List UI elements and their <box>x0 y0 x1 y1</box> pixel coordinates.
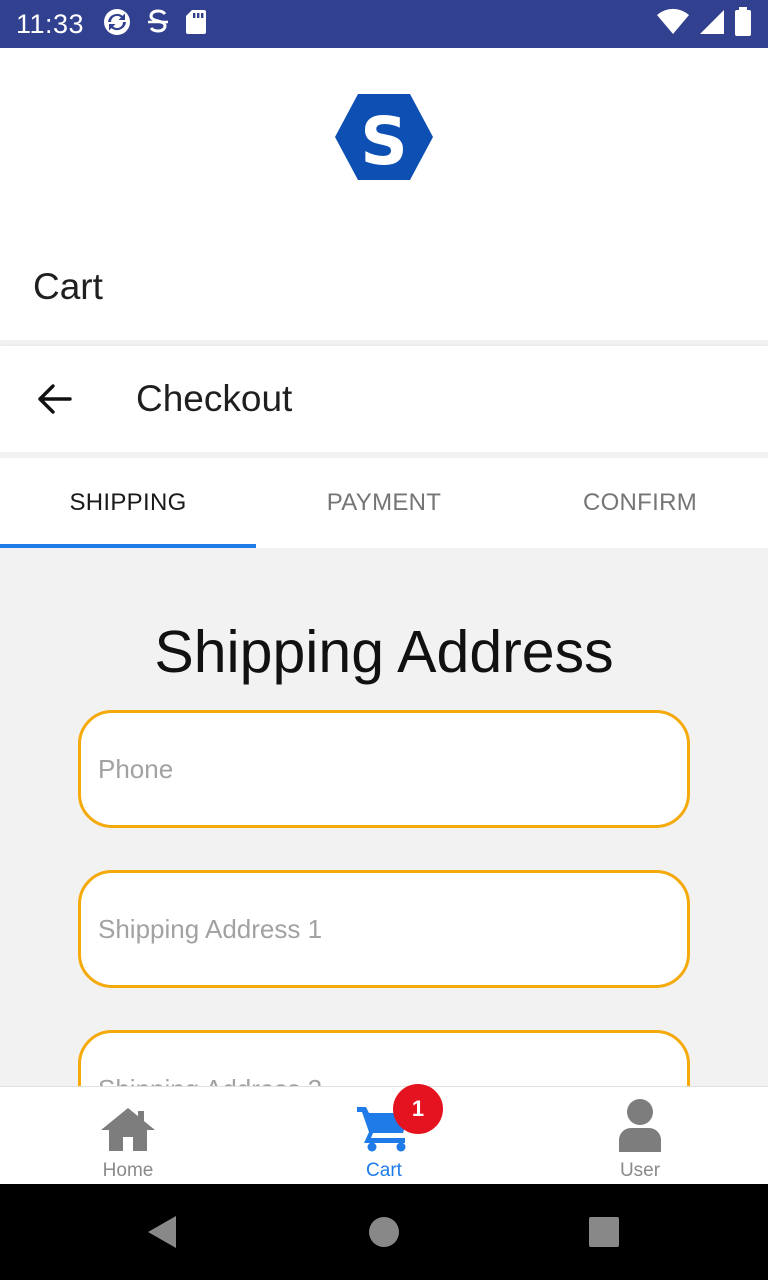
home-icon <box>101 1108 155 1151</box>
tab-confirm[interactable]: CONFIRM <box>512 458 768 548</box>
shipping-form: Shipping Address <box>0 548 768 1086</box>
tab-payment[interactable]: PAYMENT <box>256 458 512 548</box>
shipping-address-1-field[interactable] <box>78 870 690 988</box>
checkout-toolbar: Checkout <box>0 346 768 452</box>
bottom-nav: Home 1 Cart User <box>0 1084 768 1184</box>
phone-input[interactable] <box>98 753 658 785</box>
tab-shipping[interactable]: SHIPPING <box>0 458 256 548</box>
nav-user[interactable]: User <box>512 1087 768 1184</box>
cell-signal-icon <box>698 8 726 41</box>
system-nav-bar <box>0 1184 768 1280</box>
page-title: Cart <box>33 266 103 307</box>
cart-count-badge: 1 <box>393 1084 443 1134</box>
nav-user-label: User <box>619 1160 661 1181</box>
shipping-address-1-input[interactable] <box>98 913 658 945</box>
back-button[interactable] <box>24 369 84 429</box>
wifi-icon <box>656 8 690 41</box>
system-back-button[interactable] <box>144 1214 180 1250</box>
nav-cart-label: Cart <box>366 1160 402 1181</box>
status-bar: 11:33 <box>0 0 768 48</box>
status-right-icons <box>656 6 752 42</box>
shipping-address-2-input[interactable] <box>98 1073 658 1086</box>
logo-letter: S <box>360 103 408 180</box>
phone-field[interactable] <box>78 710 690 828</box>
app-header: S Cart <box>0 48 768 340</box>
system-home-button[interactable] <box>366 1214 402 1250</box>
recents-square-icon <box>589 1217 619 1247</box>
shipping-address-2-field[interactable] <box>78 1030 690 1086</box>
home-circle-icon <box>369 1217 399 1247</box>
s-app-icon <box>146 8 170 41</box>
sd-card-icon <box>184 8 208 41</box>
brand-logo: S <box>333 92 435 182</box>
section-title: Shipping Address <box>154 619 614 685</box>
status-time: 11:33 <box>16 8 85 39</box>
sync-icon <box>102 7 132 42</box>
battery-icon <box>734 6 752 42</box>
user-icon <box>619 1099 661 1152</box>
system-recents-button[interactable] <box>586 1214 622 1250</box>
checkout-title: Checkout <box>136 378 293 419</box>
back-triangle-icon <box>148 1216 176 1248</box>
nav-home-label: Home <box>102 1160 154 1181</box>
checkout-tabs: SHIPPING PAYMENT CONFIRM <box>0 458 768 548</box>
arrow-left-icon <box>38 384 72 414</box>
status-left-icons <box>102 7 208 42</box>
nav-home[interactable]: Home <box>0 1087 256 1184</box>
nav-cart[interactable]: 1 Cart <box>256 1084 512 1184</box>
